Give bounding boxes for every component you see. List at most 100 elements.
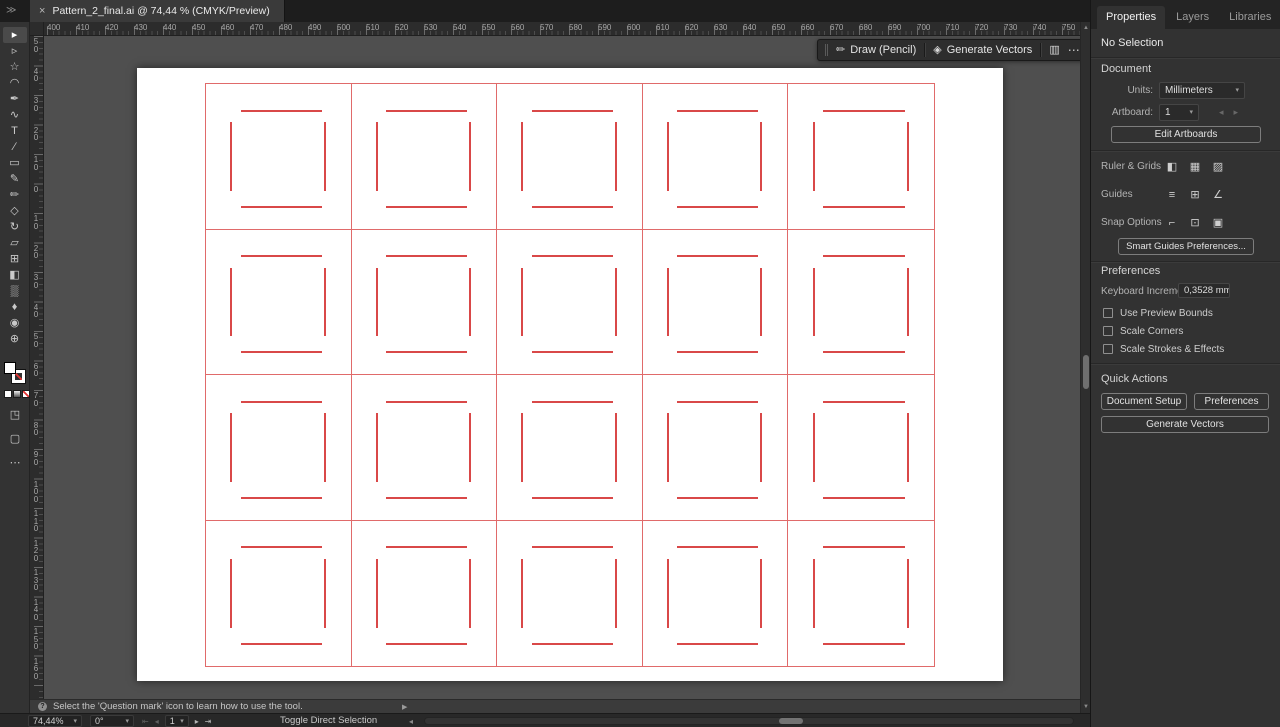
gradient-tool[interactable]: ▒ [3,283,27,299]
curvature-tool[interactable]: ∿ [3,107,27,123]
pattern-cell[interactable] [351,84,498,230]
first-artboard-icon[interactable]: ⇤ [142,717,149,726]
next-artboard-icon[interactable]: ▸ [195,717,199,726]
generate-vectors-button[interactable]: ◈ Generate Vectors [933,44,1032,56]
status-flyout-icon[interactable]: ▶ [402,703,407,711]
pattern-cell[interactable] [206,375,352,521]
more-options-icon[interactable]: ⋯ [1068,43,1081,57]
zoom-tool[interactable]: ⊕ [3,331,27,347]
ruler-label: 4 0 [33,66,39,83]
units-dropdown[interactable]: Millimeters ▾ [1159,82,1245,99]
vertical-ruler[interactable]: 5 0 4 0 3 0 2 0 1 0 0 1 0 2 0 3 0 4 0 5 0 6 0 7 0 8 0… [30,36,44,699]
make-guides-icon[interactable]: ∠ [1209,187,1227,203]
show-guides-icon[interactable]: ≡ [1163,187,1181,203]
tab-properties[interactable]: Properties [1097,6,1166,29]
artboard-dropdown[interactable]: 1 ▾ [1159,104,1199,121]
selection-tool[interactable]: ▸ [2,27,27,43]
draw-pencil-button[interactable]: ✏ Draw (Pencil) [836,44,916,56]
pattern-cell[interactable] [497,229,643,375]
type-tool[interactable]: T [3,123,27,139]
zoom-level-dropdown[interactable]: 74,44% ▾ [28,715,82,727]
horizontal-ruler[interactable]: 400 410 420 430 440 450 460 470 480 490 500 510 520 5… [30,22,1080,36]
edit-artboards-button[interactable]: Edit Artboards [1111,126,1261,143]
panel-view-icon[interactable]: ▥ [1049,44,1059,56]
horizontal-scrollbar[interactable] [424,717,1074,725]
vertical-scrollbar[interactable]: ▲ ▼ [1080,22,1090,713]
tab-overflow-icon[interactable]: ≫ [6,5,16,16]
rectangle-tool[interactable]: ▭ [3,155,27,171]
close-icon[interactable]: × [39,5,45,17]
paintbrush-tool[interactable]: ✎ [3,171,27,187]
snap-to-point-icon[interactable]: ⌐ [1163,215,1181,231]
none-button[interactable] [22,390,30,398]
pen-tool[interactable]: ✒ [3,91,27,107]
artboard-number-dropdown[interactable]: 1 ▾ [164,715,189,727]
pattern-cell[interactable] [642,229,789,375]
toolbar-drag-handle[interactable] [825,44,828,56]
pattern-cell[interactable] [788,521,934,667]
blend-tool[interactable]: ◉ [3,315,27,331]
last-artboard-icon[interactable]: ⇥ [205,717,212,726]
pattern-cell[interactable] [351,375,498,521]
keyboard-increment-input[interactable]: 0,3528 mm [1178,283,1230,298]
shape-builder-tool[interactable]: ◧ [3,267,27,283]
direct-selection-tool[interactable]: ▹ [3,43,27,59]
snap-to-grid-icon[interactable]: ⊡ [1186,215,1204,231]
fill-swatch[interactable] [4,362,16,374]
snap-to-pixel-icon[interactable]: ▣ [1209,215,1227,231]
pattern-cell[interactable] [788,230,934,375]
change-screen-mode-icon[interactable]: ▢ [6,430,24,446]
scroll-left-icon[interactable]: ◂ [409,717,413,726]
document-tab[interactable]: × Pattern_2_final.ai @ 74,44 % (CMYK/Pre… [30,0,285,22]
pattern-cell[interactable] [352,520,498,666]
pattern-cell[interactable] [206,84,352,230]
pattern-cell[interactable] [497,520,643,666]
pattern-cell[interactable] [643,520,789,666]
pattern-cell[interactable] [206,229,352,375]
previous-artboard-icon[interactable]: ◂ [155,717,159,726]
next-artboard-icon[interactable]: ▸ [1234,104,1239,121]
document-setup-button[interactable]: Document Setup [1101,393,1187,410]
checkbox[interactable] [1103,308,1113,318]
artboard-number: 1 [169,716,175,726]
artboard[interactable] [137,68,1003,681]
vertical-scrollbar-thumb[interactable] [1083,355,1089,389]
generate-vectors-panel-button[interactable]: Generate Vectors [1101,416,1269,433]
pattern-cell[interactable] [788,84,934,230]
pattern-cell[interactable] [497,84,643,230]
show-rulers-icon[interactable]: ◧ [1163,159,1181,175]
pattern-cell[interactable] [206,520,352,666]
smart-guides-preferences-button[interactable]: Smart Guides Preferences... [1118,238,1254,255]
rotation-dropdown[interactable]: 0° ▾ [90,715,134,727]
help-icon[interactable]: ? [38,702,47,711]
previous-artboard-icon[interactable]: ◂ [1219,104,1224,121]
free-transform-tool[interactable]: ⊞ [3,251,27,267]
rotate-tool[interactable]: ↻ [3,219,27,235]
scale-tool[interactable]: ▱ [3,235,27,251]
eyedropper-tool[interactable]: ♦ [3,299,27,315]
line-segment-tool[interactable]: ∕ [3,139,27,155]
show-grid-icon[interactable]: ▦ [1186,159,1204,175]
pattern-cell[interactable] [642,375,789,521]
color-button[interactable] [4,390,12,398]
tab-layers[interactable]: Layers [1167,6,1218,29]
drawing-modes-icon[interactable]: ◳ [6,406,24,422]
lasso-tool[interactable]: ◠ [3,75,27,91]
pattern-cell[interactable] [351,229,498,375]
lock-guides-icon[interactable]: ⊞ [1186,187,1204,203]
edit-toolbar-icon[interactable]: ⋯ [6,454,24,470]
ruler-origin-corner[interactable] [30,22,44,36]
magic-wand-tool[interactable]: ☆ [3,59,27,75]
pattern-cell[interactable] [788,375,934,521]
checkbox[interactable] [1103,344,1113,354]
eraser-tool[interactable]: ◇ [3,203,27,219]
tab-libraries[interactable]: Libraries [1220,6,1280,29]
horizontal-scrollbar-thumb[interactable] [779,718,803,724]
checkbox[interactable] [1103,326,1113,336]
gradient-button[interactable] [13,390,21,398]
pattern-cell[interactable] [497,375,643,521]
pencil-tool[interactable]: ✏ [3,187,27,203]
pattern-cell[interactable] [642,84,789,230]
show-transparency-grid-icon[interactable]: ▨ [1209,159,1227,175]
preferences-button[interactable]: Preferences [1194,393,1269,410]
